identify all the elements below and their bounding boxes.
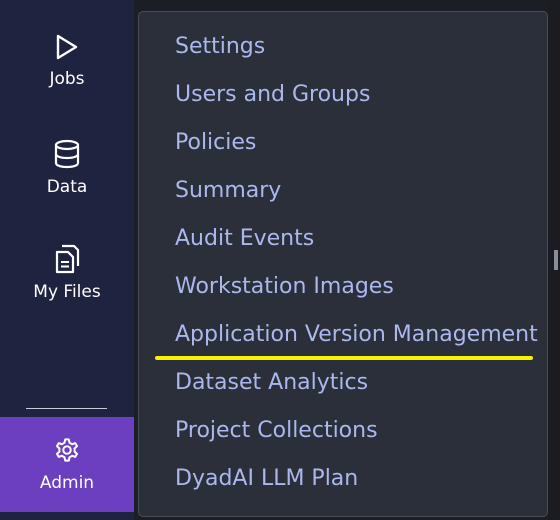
- sidebar-item-jobs[interactable]: Jobs: [0, 33, 134, 89]
- menu-item-settings[interactable]: Settings: [175, 33, 265, 61]
- gear-icon: [55, 438, 78, 462]
- menu-item-audit-events[interactable]: Audit Events: [175, 225, 314, 253]
- menu-item-project-collections[interactable]: Project Collections: [175, 417, 378, 445]
- database-icon: [54, 139, 80, 169]
- menu-item-policies[interactable]: Policies: [175, 129, 256, 157]
- menu-item-dyadai-llm-plan[interactable]: DyadAI LLM Plan: [175, 465, 358, 493]
- menu-item-dataset-analytics[interactable]: Dataset Analytics: [175, 369, 368, 397]
- sidebar-item-label: Admin: [39, 473, 95, 493]
- sidebar-divider: [26, 408, 107, 409]
- menu-item-workstation-images[interactable]: Workstation Images: [175, 273, 394, 301]
- menu-item-application-version-management[interactable]: Application Version Management: [175, 321, 538, 349]
- sidebar-item-data[interactable]: Data: [0, 139, 134, 197]
- highlight-underline: [155, 356, 533, 360]
- menu-item-users-and-groups[interactable]: Users and Groups: [175, 81, 370, 109]
- files-icon: [55, 244, 80, 274]
- sidebar-item-label: Data: [46, 177, 88, 197]
- scroll-marker: [554, 250, 558, 270]
- sidebar: Jobs Data My Files Admin: [0, 0, 134, 520]
- play-icon: [56, 34, 78, 60]
- sidebar-item-label: Jobs: [49, 69, 85, 89]
- menu-item-summary[interactable]: Summary: [175, 177, 281, 205]
- sidebar-item-label: My Files: [33, 282, 101, 302]
- sidebar-item-my-files[interactable]: My Files: [0, 244, 134, 302]
- sidebar-item-admin[interactable]: Admin: [0, 417, 134, 512]
- admin-dropdown-menu: Settings Users and Groups Policies Summa…: [138, 11, 548, 517]
